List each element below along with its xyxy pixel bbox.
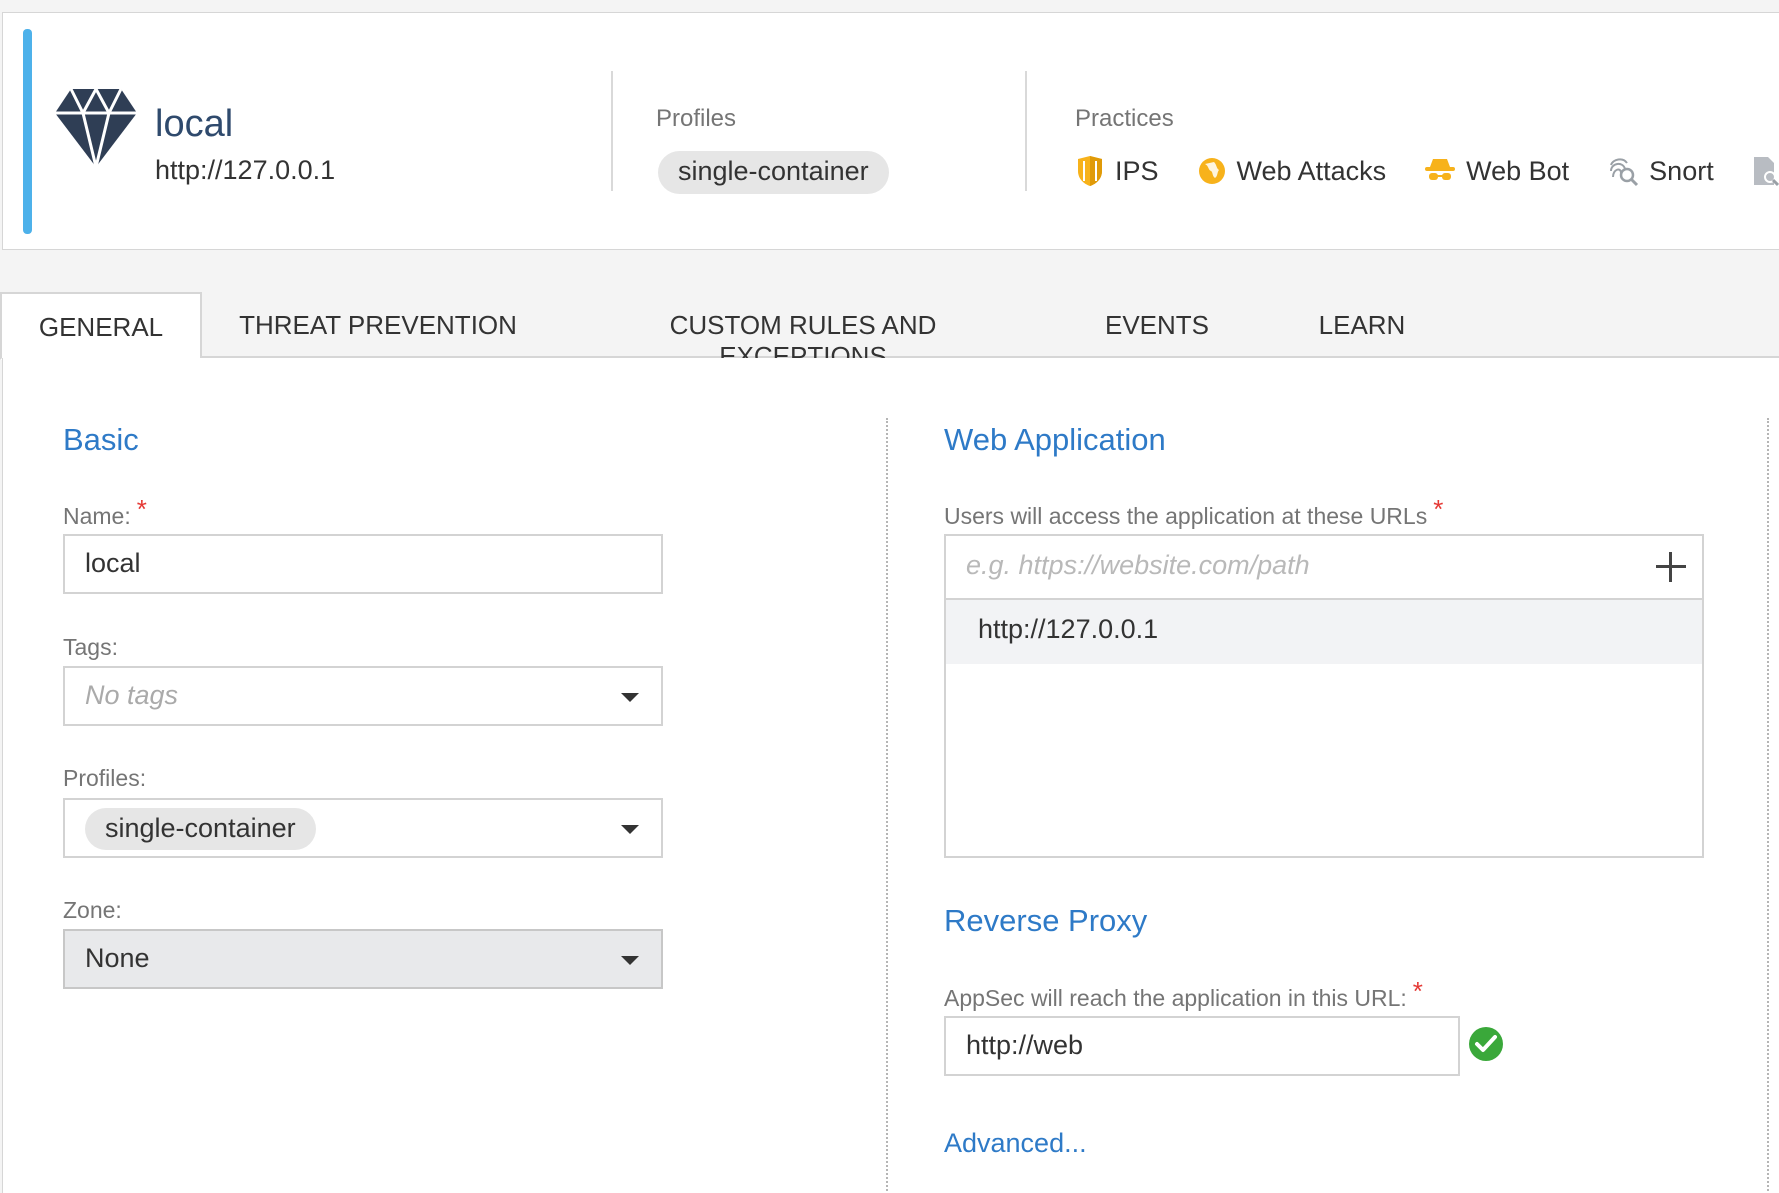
practice-label: Web Bot	[1466, 155, 1570, 186]
practice-label: Web Attacks	[1236, 155, 1387, 186]
practice-ips[interactable]: IPS	[1075, 155, 1159, 187]
tab-learn[interactable]: LEARN	[1310, 292, 1414, 358]
shield-icon	[1078, 156, 1102, 186]
proxy-url-label: AppSec will reach the application in thi…	[944, 976, 1423, 1013]
practices-label: Practices	[1075, 105, 1174, 132]
tags-placeholder: No tags	[85, 680, 179, 710]
proxy-url-label-text: AppSec will reach the application in thi…	[944, 985, 1407, 1011]
tab-general[interactable]: GENERAL	[0, 292, 202, 360]
tab-bar: GENERAL THREAT PREVENTION CUSTOM RULES A…	[0, 292, 1779, 371]
profile-chip[interactable]: single-container	[85, 808, 316, 850]
urls-label-text: Users will access the application at the…	[944, 503, 1428, 529]
reverse-proxy-title: Reverse Proxy	[944, 903, 1148, 938]
required-mark: *	[136, 494, 147, 524]
zone-value: None	[85, 943, 150, 973]
spy-bot-icon	[1425, 159, 1456, 180]
required-mark: *	[1412, 976, 1423, 1006]
proxy-url-input[interactable]: http://web	[944, 1016, 1460, 1076]
divider	[611, 71, 613, 191]
chevron-down-icon	[621, 825, 639, 834]
asset-url: http://127.0.0.1	[155, 155, 336, 185]
chevron-down-icon	[621, 956, 639, 965]
practice-web-attacks[interactable]: Web Attacks	[1197, 155, 1387, 187]
globe-icon	[1198, 158, 1225, 184]
profiles-field-label: Profiles:	[63, 765, 147, 791]
practice-web-bot[interactable]: Web Bot	[1424, 156, 1569, 187]
check-circle-icon	[1469, 1027, 1503, 1061]
tags-label: Tags:	[63, 634, 118, 660]
accent-bar	[23, 29, 32, 234]
fingerprint-search-icon	[1610, 158, 1639, 187]
column-divider	[1767, 418, 1769, 1193]
name-label-text: Name:	[63, 503, 131, 529]
document-search-icon	[1753, 157, 1779, 187]
tab-custom-rules[interactable]: CUSTOM RULES AND EXCEPTIONS	[588, 292, 1018, 371]
urls-label: Users will access the application at the…	[944, 494, 1443, 531]
zone-select[interactable]: None	[63, 929, 663, 989]
profiles-label: Profiles	[656, 105, 737, 132]
name-input[interactable]: local	[63, 534, 663, 594]
practices-list: IPS Web Attacks Web Bot Snort	[1075, 155, 1779, 187]
tab-threat-prevention[interactable]: THREAT PREVENTION	[222, 292, 534, 358]
practice-label: Snort	[1649, 155, 1714, 186]
name-label: Name: *	[63, 494, 147, 531]
asset-header-card: local http://127.0.0.1 Profiles single-c…	[2, 12, 1779, 250]
practice-label: IPS	[1115, 155, 1159, 186]
profiles-select[interactable]: single-container	[63, 798, 663, 858]
diamond-icon	[55, 85, 137, 168]
tags-select[interactable]: No tags	[63, 666, 663, 726]
basic-section-title: Basic	[63, 422, 139, 457]
asset-name: local	[155, 103, 234, 145]
practice-snort[interactable]: Snort	[1607, 155, 1714, 187]
practice-more[interactable]	[1752, 155, 1779, 187]
url-list: e.g. https://website.com/path http://127…	[944, 534, 1704, 858]
tab-events[interactable]: EVENTS	[1100, 292, 1214, 358]
profile-chip[interactable]: single-container	[658, 151, 889, 194]
required-mark: *	[1433, 494, 1444, 524]
url-list-item[interactable]: http://127.0.0.1	[946, 600, 1702, 664]
web-application-title: Web Application	[944, 422, 1166, 457]
advanced-link[interactable]: Advanced...	[944, 1128, 1087, 1159]
divider	[1025, 71, 1027, 191]
add-url-button[interactable]	[1654, 550, 1688, 584]
column-divider	[886, 418, 888, 1193]
chevron-down-icon	[621, 693, 639, 702]
zone-label: Zone:	[63, 897, 122, 923]
url-input[interactable]: e.g. https://website.com/path	[946, 536, 1702, 600]
